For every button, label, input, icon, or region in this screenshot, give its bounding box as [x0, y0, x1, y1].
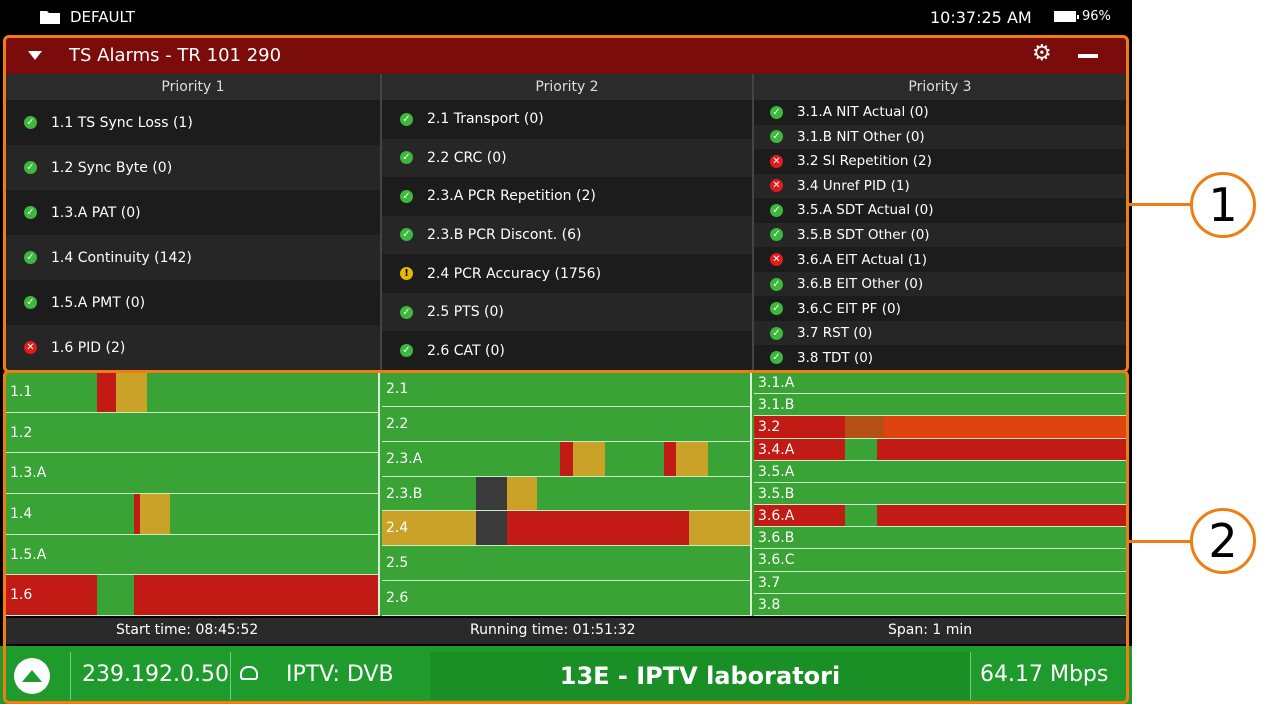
timeline-row-label: 3.2	[758, 419, 781, 436]
timeline-row-label: 2.2	[386, 415, 409, 432]
battery-icon	[1054, 11, 1079, 22]
timeline-row-label: 3.6.C	[758, 552, 795, 569]
timeline-row-label: 2.4	[386, 520, 409, 537]
timeline-row-label: 2.3.A	[386, 450, 423, 467]
timeline-row-label: 2.6	[386, 590, 409, 607]
timeline-row-label: 1.5.A	[10, 546, 47, 563]
callout-line-1	[1126, 203, 1192, 206]
timeline-row-label: 3.5.B	[758, 485, 795, 502]
profile-name[interactable]: DEFAULT	[70, 8, 135, 26]
callout-box-2	[3, 370, 1129, 704]
timeline-row-label: 1.2	[10, 424, 33, 441]
callout-line-2	[1126, 540, 1192, 543]
callout-box-1	[3, 35, 1129, 373]
timeline-row-label: 3.4.A	[758, 441, 795, 458]
timeline-row-label: 3.6.A	[758, 508, 795, 525]
timeline-row-label: 3.7	[758, 574, 781, 591]
callout-1: 1	[1190, 172, 1256, 238]
timeline-row-label: 2.1	[386, 381, 409, 397]
timeline-row-label: 3.1.B	[758, 397, 795, 414]
timeline-row-label: 3.8	[758, 596, 781, 613]
battery-percent: 96%	[1082, 9, 1111, 24]
callout-2: 2	[1190, 508, 1256, 574]
timeline-row-label: 3.6.B	[758, 530, 795, 547]
timeline-row-label: 3.1.A	[758, 375, 795, 391]
folder-icon[interactable]	[40, 9, 60, 24]
clock: 10:37:25 AM	[930, 8, 1032, 27]
timeline-row-label: 1.6	[10, 587, 33, 604]
timeline-row-label: 1.3.A	[10, 465, 47, 482]
timeline-row-label: 3.5.A	[758, 463, 795, 480]
timeline-row-label: 2.3.B	[386, 485, 423, 502]
timeline-row-label: 2.5	[386, 555, 409, 572]
timeline-row-label: 1.1	[10, 384, 33, 400]
timeline-row-label: 1.4	[10, 506, 33, 522]
status-bar: DEFAULT 10:37:25 AM 96%	[0, 0, 1132, 33]
